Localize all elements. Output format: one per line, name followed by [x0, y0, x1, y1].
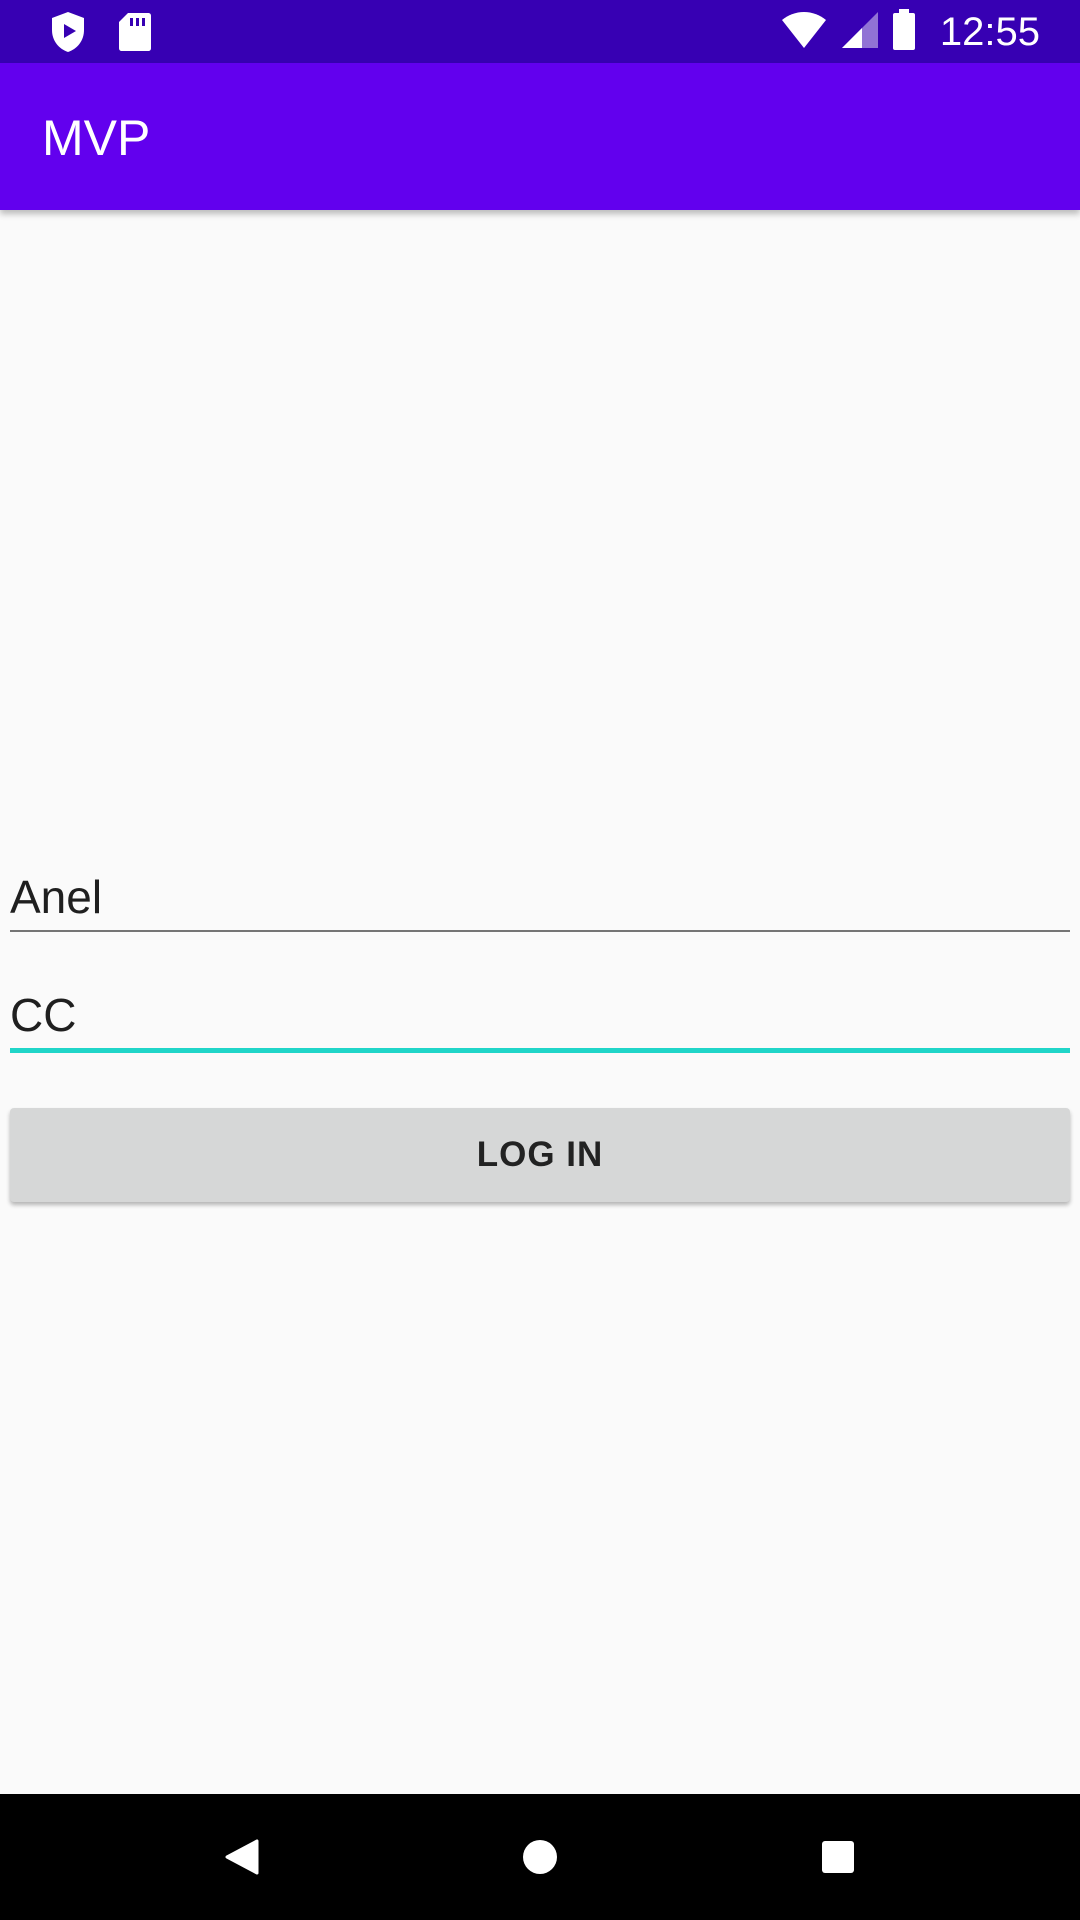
status-time: 12:55: [939, 10, 1040, 54]
play-protect-icon: [48, 10, 88, 59]
app-bar: MVP: [0, 63, 1080, 210]
home-button[interactable]: [507, 1824, 573, 1890]
app-title: MVP: [42, 110, 151, 166]
status-right-icons: 12:55: [780, 8, 1040, 56]
back-button[interactable]: [208, 1824, 274, 1890]
wifi-icon: [780, 10, 828, 55]
login-button[interactable]: LOG IN: [10, 1108, 1070, 1202]
sd-card-icon: [118, 11, 152, 58]
username-input[interactable]: [10, 864, 1070, 930]
status-bar: 12:55: [0, 0, 1080, 63]
home-icon: [523, 1840, 557, 1874]
battery-icon: [892, 8, 916, 56]
screen: 12:55 MVP LOG IN: [0, 0, 1080, 1920]
password-input[interactable]: [10, 982, 1070, 1048]
status-left-icons: [48, 10, 152, 59]
password-underline-focused: [10, 1048, 1070, 1053]
recents-icon: [822, 1841, 854, 1873]
recents-button[interactable]: [805, 1824, 871, 1890]
navigation-bar: [0, 1794, 1080, 1920]
cell-signal-icon: [840, 10, 880, 55]
username-underline: [10, 930, 1070, 932]
back-icon: [225, 1839, 259, 1875]
